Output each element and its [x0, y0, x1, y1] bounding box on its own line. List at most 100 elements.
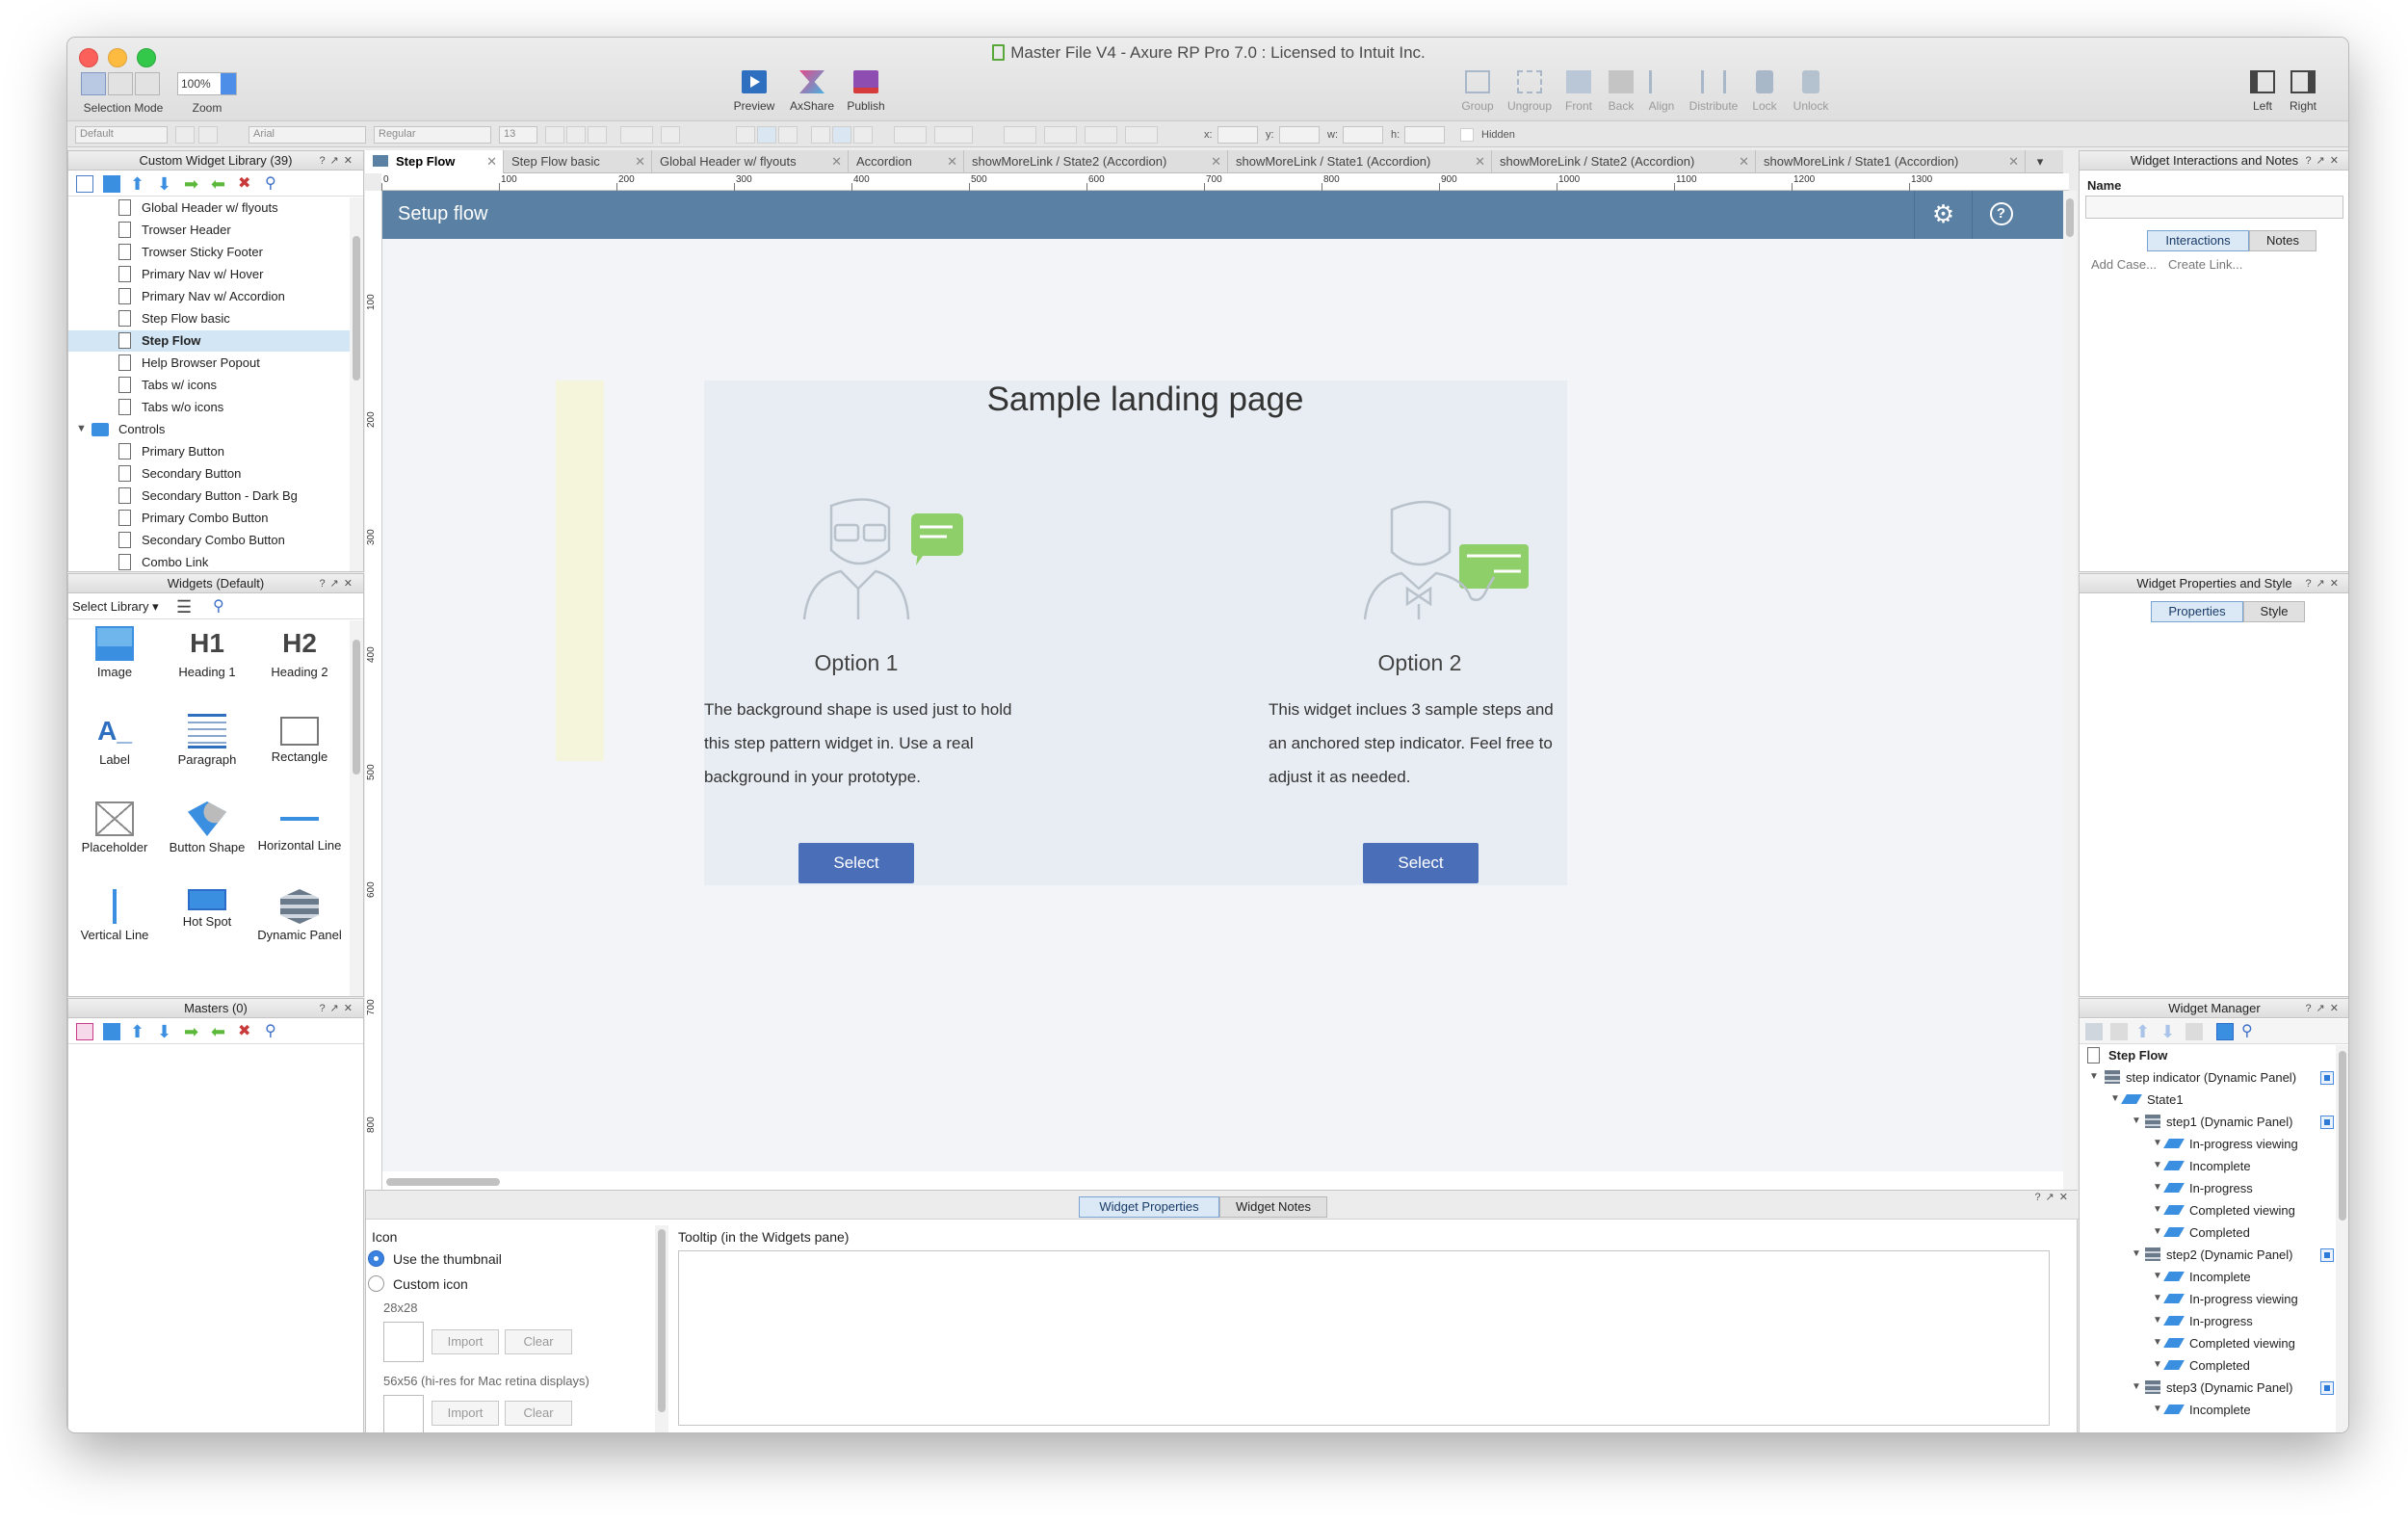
visibility-checkbox[interactable]: [2320, 1381, 2334, 1395]
tab-widget-properties[interactable]: Widget Properties: [1079, 1196, 1219, 1218]
wm-row[interactable]: ▼ Incomplete: [2080, 1400, 2336, 1421]
italic-button[interactable]: [566, 126, 586, 144]
chevron-down-icon[interactable]: ▼: [76, 423, 87, 434]
zoom-control[interactable]: 100% Zoom: [175, 72, 239, 115]
align-center-button[interactable]: [757, 126, 776, 144]
visibility-checkbox[interactable]: [2320, 1116, 2334, 1129]
tab-showmorelink-state1-b[interactable]: showMoreLink / State1 (Accordion) ✕: [1756, 150, 2026, 173]
tab-overflow-menu[interactable]: ▾: [2026, 150, 2055, 173]
delete-icon[interactable]: ✖: [238, 175, 255, 193]
chevron-down-icon[interactable]: ▼: [2153, 1204, 2162, 1215]
bullet-button[interactable]: [661, 126, 680, 144]
delete-icon[interactable]: ✖: [238, 1023, 255, 1040]
library-item[interactable]: Primary Button: [68, 441, 350, 462]
icon-section-scrollbar[interactable]: [655, 1225, 668, 1432]
chevron-down-icon[interactable]: ▼: [2153, 1337, 2162, 1348]
panel-controls[interactable]: ?↗✕: [2305, 574, 2343, 593]
tab-interactions[interactable]: Interactions: [2147, 230, 2249, 251]
back-button[interactable]: Back: [1599, 70, 1643, 113]
close-tab-icon[interactable]: ✕: [486, 150, 497, 173]
widget-heading-2[interactable]: H2 Heading 2: [253, 620, 346, 705]
align-top-button[interactable]: [811, 126, 830, 144]
library-item[interactable]: Step Flow basic: [68, 308, 350, 329]
library-item[interactable]: Tabs w/o icons: [68, 397, 350, 418]
indent-icon[interactable]: ➡: [184, 1023, 201, 1040]
widgets-scrollbar[interactable]: [350, 620, 363, 996]
add-page-icon[interactable]: [76, 175, 93, 193]
move-up-icon[interactable]: ⬆: [130, 1023, 147, 1040]
use-thumbnail-radio[interactable]: [368, 1250, 384, 1267]
chevron-down-icon[interactable]: ▼: [2153, 1138, 2162, 1148]
close-tab-icon[interactable]: ✕: [947, 150, 957, 173]
panel-controls[interactable]: ?↗✕: [319, 999, 357, 1018]
custom-icon-radio[interactable]: [368, 1275, 384, 1292]
wm-row[interactable]: ▼ Completed: [2080, 1355, 2336, 1377]
selection-mode-control[interactable]: Selection Mode: [77, 72, 170, 115]
chevron-down-icon[interactable]: ▼: [2089, 1071, 2099, 1082]
add-state-icon[interactable]: [2085, 1023, 2103, 1040]
library-item[interactable]: Primary Nav w/ Hover: [68, 264, 350, 285]
design-canvas[interactable]: Setup flow ⚙ ? Sample landing page Optio…: [382, 191, 2063, 1209]
widget-image[interactable]: Image: [68, 620, 161, 705]
search-icon[interactable]: ⚲: [213, 598, 230, 616]
delete-icon[interactable]: [2186, 1023, 2203, 1040]
x-field[interactable]: [1217, 126, 1258, 144]
widget-label[interactable]: A_ Label: [68, 708, 161, 793]
library-item[interactable]: Secondary Button - Dark Bg: [68, 486, 350, 507]
shadow-button[interactable]: [934, 126, 973, 144]
wm-row[interactable]: ▼ In-progress: [2080, 1311, 2336, 1332]
align-left-button[interactable]: [736, 126, 755, 144]
zoom-select[interactable]: 100%: [177, 72, 237, 95]
arrow-style-button[interactable]: [1125, 126, 1158, 144]
library-item[interactable]: Combo Link: [68, 552, 350, 571]
underline-button[interactable]: [588, 126, 607, 144]
font-size-select[interactable]: 13: [499, 126, 537, 144]
unlock-button[interactable]: Unlock: [1786, 70, 1836, 113]
group-button[interactable]: Group: [1451, 70, 1505, 113]
tab-step-flow-basic[interactable]: Step Flow basic ✕: [504, 150, 652, 173]
move-down-icon[interactable]: ⬇: [157, 175, 174, 193]
wm-root[interactable]: Step Flow: [2080, 1045, 2336, 1066]
align-middle-button[interactable]: [832, 126, 851, 144]
align-bottom-button[interactable]: [853, 126, 873, 144]
widget-button-shape[interactable]: Button Shape: [161, 796, 253, 880]
move-down-icon[interactable]: ⬇: [2160, 1023, 2178, 1040]
menu-icon[interactable]: ☰: [176, 598, 194, 616]
close-tab-icon[interactable]: ✕: [1211, 150, 1221, 173]
wm-row[interactable]: ▼ step1 (Dynamic Panel): [2080, 1112, 2336, 1133]
w-field[interactable]: [1343, 126, 1383, 144]
tab-properties[interactable]: Properties: [2151, 601, 2243, 622]
option-1-select-button[interactable]: Select: [798, 843, 914, 883]
import-28-button[interactable]: Import: [432, 1329, 499, 1354]
indent-icon[interactable]: ➡: [184, 175, 201, 193]
chevron-down-icon[interactable]: ▼: [2153, 1160, 2162, 1170]
tab-style[interactable]: Style: [2243, 601, 2305, 622]
wm-row[interactable]: ▼ step2 (Dynamic Panel): [2080, 1245, 2336, 1266]
chevron-down-icon[interactable]: ▼: [2132, 1248, 2141, 1259]
setup-flow-header[interactable]: Setup flow ⚙ ?: [382, 191, 2063, 239]
h-field[interactable]: [1404, 126, 1445, 144]
move-up-icon[interactable]: ⬆: [2135, 1023, 2153, 1040]
widget-vertical-line[interactable]: Vertical Line: [68, 883, 161, 968]
style-manager-icon[interactable]: [198, 126, 218, 144]
widget-heading-1[interactable]: H1 Heading 1: [161, 620, 253, 705]
wm-row[interactable]: ▼ State1: [2080, 1090, 2336, 1111]
widget-rectangle[interactable]: Rectangle: [253, 708, 346, 793]
font-color-button[interactable]: [620, 126, 653, 144]
filter-icon[interactable]: [2216, 1023, 2234, 1040]
settings-gear-icon[interactable]: ⚙: [1914, 191, 1972, 239]
chevron-down-icon[interactable]: ▼: [2110, 1093, 2120, 1104]
preview-button[interactable]: Preview: [722, 70, 786, 113]
wm-row[interactable]: ▼ Completed viewing: [2080, 1200, 2336, 1221]
chevron-down-icon[interactable]: ▼: [2153, 1359, 2162, 1370]
chevron-down-icon[interactable]: ▼: [2132, 1116, 2141, 1126]
search-icon[interactable]: ⚲: [265, 175, 282, 193]
widget-placeholder[interactable]: Placeholder: [68, 796, 161, 880]
import-56-button[interactable]: Import: [432, 1401, 499, 1426]
search-icon[interactable]: ⚲: [265, 1023, 282, 1040]
fill-color-button[interactable]: [894, 126, 927, 144]
tab-widget-notes[interactable]: Widget Notes: [1219, 1196, 1327, 1218]
chevron-down-icon[interactable]: ▼: [2153, 1293, 2162, 1303]
duplicate-icon[interactable]: [2110, 1023, 2128, 1040]
library-item[interactable]: Secondary Combo Button: [68, 530, 350, 551]
